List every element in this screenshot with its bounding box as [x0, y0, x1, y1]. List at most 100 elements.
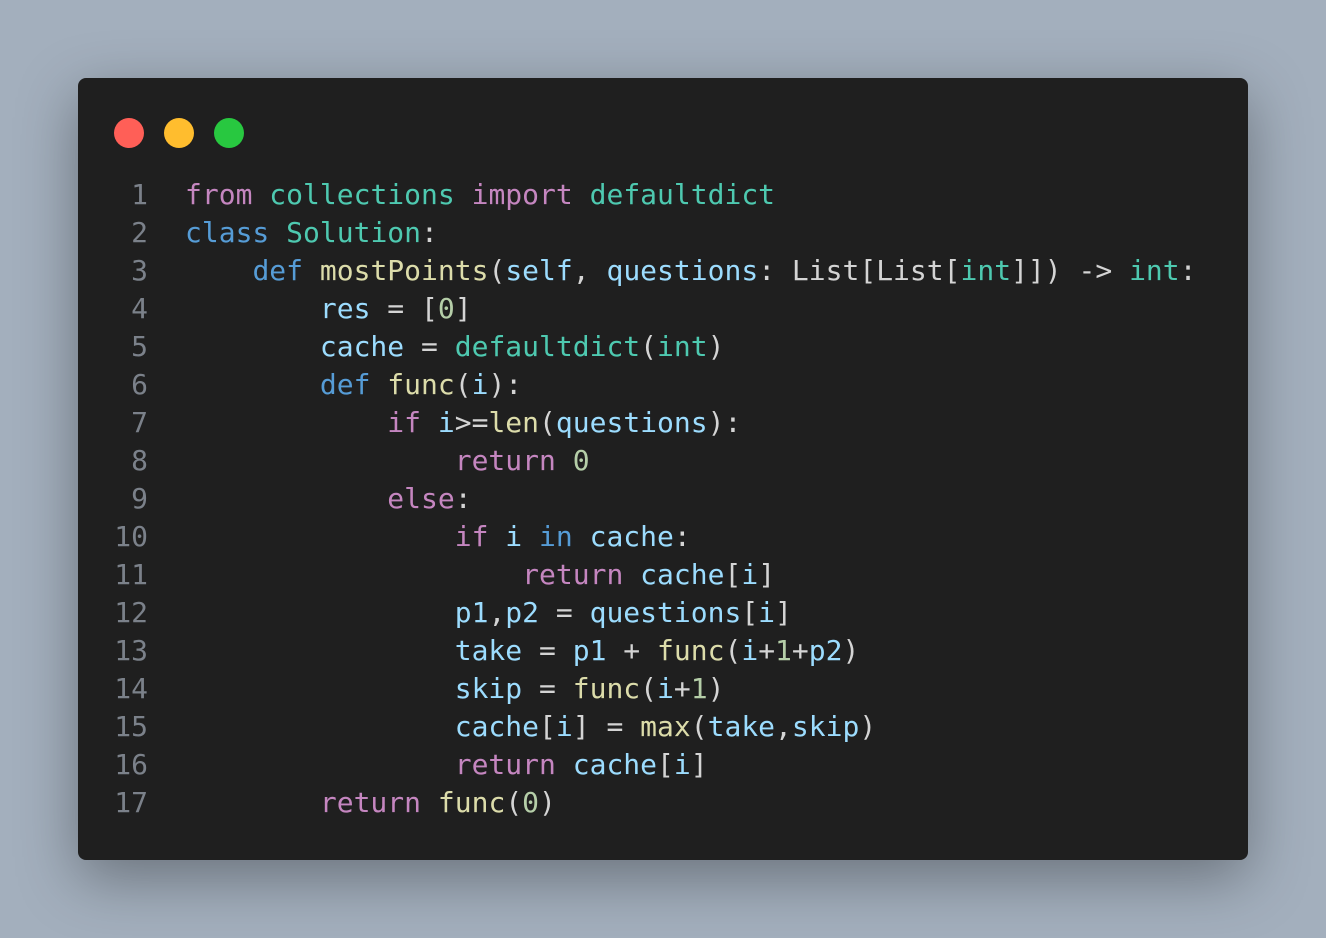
code-token: i — [741, 634, 759, 667]
code-token: if — [387, 406, 422, 439]
code-token: 1 — [690, 672, 708, 705]
code-text: return cache[i] — [185, 556, 775, 594]
minimize-button[interactable] — [164, 118, 194, 148]
code-token: = [ — [370, 292, 438, 325]
code-token: >= — [454, 406, 489, 439]
code-token: 0 — [522, 786, 540, 819]
code-text: def mostPoints(self, questions: List[Lis… — [185, 252, 1196, 290]
code-window: 1 from collections import defaultdict 2 cla… — [78, 78, 1248, 860]
code-token: ] — [758, 558, 776, 591]
code-token: cache — [572, 748, 658, 781]
line-number: 11 — [114, 558, 148, 591]
code-token: p1 — [572, 634, 607, 667]
code-token: p2 — [808, 634, 843, 667]
line-number: 10 — [114, 520, 148, 553]
code-token: func — [572, 672, 641, 705]
code-token: ) — [539, 786, 556, 819]
code-token: p2 — [505, 596, 540, 629]
code-text: cache[i] = max(take,skip) — [185, 708, 876, 746]
code-text: cache = defaultdict(int) — [185, 328, 725, 366]
code-token: collections — [269, 178, 455, 211]
code-token: take — [707, 710, 776, 743]
code-token: i — [758, 596, 776, 629]
code-text: return func(0) — [185, 784, 556, 822]
code-token: defaultdict — [589, 178, 776, 211]
code-token: ] — [454, 292, 472, 325]
code-token: ( — [488, 254, 506, 287]
code-token: + — [758, 634, 776, 667]
code-token: if — [454, 520, 489, 553]
code-token: : — [673, 520, 691, 553]
line-number: 8 — [131, 444, 148, 477]
code-token: self — [505, 254, 573, 287]
line-number: 12 — [114, 596, 148, 629]
code-token: : — [421, 216, 438, 249]
code-text: from collections import defaultdict — [185, 176, 775, 214]
code-token: res — [319, 292, 371, 325]
code-token: 0 — [437, 292, 455, 325]
line-number: 4 — [131, 292, 148, 325]
code-token: , — [775, 710, 792, 743]
code-text: if i>=len(questions): — [185, 404, 741, 442]
code-text: if i in cache: — [185, 518, 691, 556]
line-number: 14 — [114, 672, 148, 705]
code-token: p1 — [454, 596, 489, 629]
code-token: i — [657, 672, 674, 705]
code-token: = — [539, 596, 590, 629]
line-number: 16 — [114, 748, 148, 781]
code-text: return 0 — [185, 442, 590, 480]
code-token: : — [454, 482, 472, 515]
code-token: ) — [707, 330, 725, 363]
line-number: 6 — [131, 368, 148, 401]
line-number: 1 — [131, 178, 148, 211]
code-token: cache — [640, 558, 725, 591]
code-token: return — [454, 444, 556, 477]
code-token: ( — [640, 672, 658, 705]
code-token: ) — [707, 672, 725, 705]
code-token: , — [572, 254, 607, 287]
close-button[interactable] — [114, 118, 144, 148]
code-text: else: — [185, 480, 472, 518]
code-token: class — [185, 216, 270, 249]
code-token: i — [741, 558, 759, 591]
maximize-button[interactable] — [214, 118, 244, 148]
code-token: return — [522, 558, 624, 591]
code-token: cache — [454, 710, 540, 743]
code-token: in — [539, 520, 573, 553]
code-token: questions — [606, 254, 759, 287]
code-token: [ — [724, 558, 742, 591]
code-token: i — [673, 748, 691, 781]
code-token: defaultdict — [454, 330, 641, 363]
code-token: def — [252, 254, 304, 287]
code-token: max — [640, 710, 691, 743]
code-token: i — [471, 368, 489, 401]
code-token: skip — [791, 710, 860, 743]
code-token: return — [319, 786, 422, 819]
line-number: 17 — [114, 786, 148, 819]
code-token: func — [657, 634, 725, 667]
code-text: take = p1 + func(i+1+p2) — [185, 632, 860, 670]
code-token: ( — [724, 634, 742, 667]
code-text: p1,p2 = questions[i] — [185, 594, 792, 632]
line-number: 15 — [114, 710, 148, 743]
code-token: Solution — [286, 216, 422, 249]
